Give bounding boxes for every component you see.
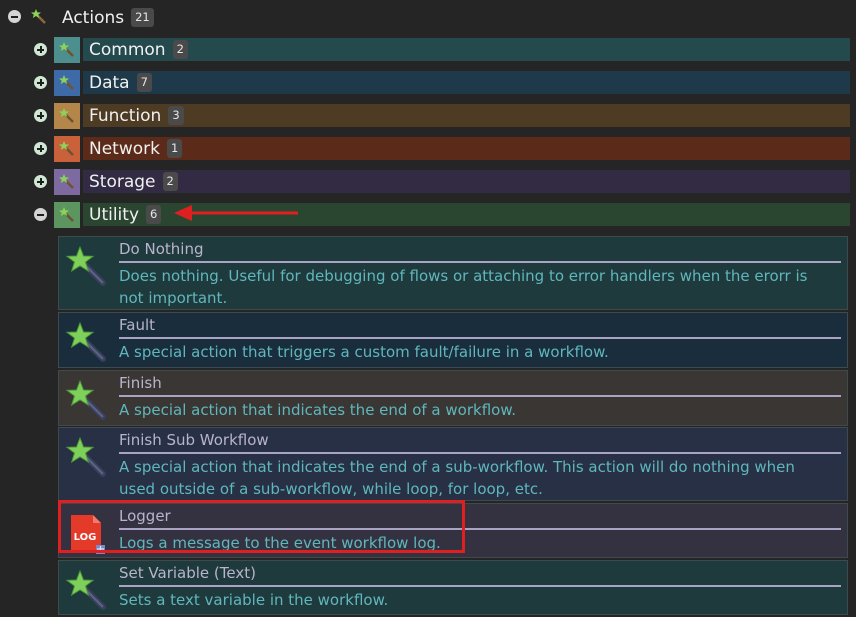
action-card-set-variable-text[interactable]: Set Variable (Text) Sets a text variable … [58, 560, 848, 615]
toggle-data[interactable] [34, 76, 47, 89]
category-label: Data [89, 72, 130, 93]
action-card-finish-sub-workflow[interactable]: Finish Sub Workflow A special action that… [58, 427, 848, 501]
category-row-network[interactable]: Network 1 [83, 137, 850, 160]
minus-icon [11, 15, 18, 18]
toggle-storage[interactable] [34, 175, 47, 188]
wand-icon [54, 103, 80, 129]
action-title: Finish Sub Workflow [119, 430, 841, 454]
wand-icon [54, 37, 80, 63]
category-label: Storage [89, 171, 156, 192]
category-count: 6 [146, 205, 162, 224]
action-description: A special action that indicates the end … [119, 401, 516, 419]
category-label: Network [89, 138, 160, 159]
category-label: Function [89, 105, 162, 126]
action-card-do-nothing[interactable]: Do Nothing Does nothing. Useful for debug… [58, 236, 848, 310]
wand-icon [65, 436, 109, 480]
category-label: Common [89, 39, 166, 60]
action-card-fault[interactable]: Fault A special action that triggers a cu… [58, 312, 848, 368]
wand-icon [65, 245, 109, 289]
toggle-network[interactable] [34, 142, 47, 155]
action-description: Sets a text variable in the workflow. [119, 591, 389, 609]
actions-root-label: Actions [62, 7, 125, 28]
category-row-common[interactable]: Common 2 [83, 38, 850, 61]
minus-icon [37, 213, 44, 216]
actions-root-row[interactable]: Actions 21 [62, 6, 154, 29]
category-count: 2 [172, 40, 188, 59]
actions-root-icon [30, 8, 48, 26]
wand-icon [65, 379, 109, 423]
actions-root-count: 21 [131, 8, 154, 27]
category-row-storage[interactable]: Storage 2 [83, 170, 850, 193]
wand-icon [65, 569, 109, 613]
wand-icon [54, 202, 80, 228]
toggle-common[interactable] [34, 43, 47, 56]
wand-icon [54, 136, 80, 162]
action-title: Fault [119, 315, 841, 339]
action-title: Finish [119, 373, 841, 397]
annotation-arrow [174, 205, 298, 221]
category-count: 2 [162, 172, 178, 191]
action-description: Does nothing. Useful for debugging of fl… [119, 267, 808, 307]
toggle-utility[interactable] [34, 208, 47, 221]
action-description: A special action that triggers a custom … [119, 343, 609, 361]
collapse-actions-toggle[interactable] [8, 10, 21, 23]
action-title: Set Variable (Text) [119, 563, 841, 587]
action-description: A special action that indicates the end … [119, 458, 795, 498]
annotation-highlight-box [58, 500, 465, 553]
category-count: 1 [166, 139, 183, 158]
category-row-function[interactable]: Function 3 [83, 104, 850, 127]
category-count: 3 [168, 106, 184, 125]
wand-icon [65, 321, 109, 365]
toggle-function[interactable] [34, 109, 47, 122]
category-row-data[interactable]: Data 7 [83, 71, 850, 94]
wand-icon [54, 169, 80, 195]
action-title: Do Nothing [119, 239, 841, 263]
wand-icon [54, 70, 80, 96]
action-card-finish[interactable]: Finish A special action that indicates th… [58, 370, 848, 426]
category-label: Utility [89, 204, 140, 225]
category-count: 7 [136, 73, 152, 92]
